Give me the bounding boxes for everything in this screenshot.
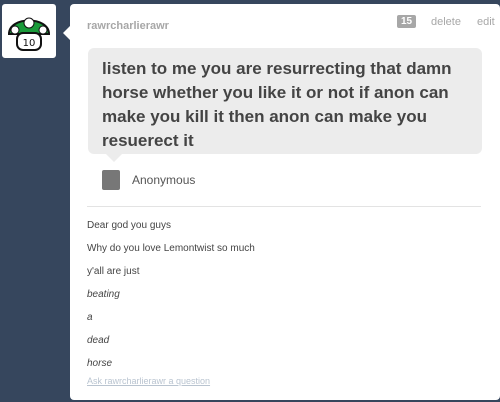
ask-question-link[interactable]: Ask rawrcharlierawr a question (87, 376, 210, 386)
notes-count-badge[interactable]: 15 (397, 15, 417, 28)
post-header: rawrcharlierawr 15 delete edit (87, 15, 500, 36)
anonymous-icon (102, 170, 120, 190)
delete-button[interactable]: delete (431, 16, 461, 28)
asker-name: Anonymous (132, 173, 196, 187)
answer-line: dead (87, 335, 110, 346)
answer-line: Dear god you guys (87, 220, 171, 231)
divider (87, 206, 481, 207)
question-bubble: listen to me you are resurrecting that d… (88, 48, 482, 162)
username-link[interactable]: rawrcharlierawr (87, 20, 169, 32)
mushroom-icon: 10 (7, 17, 51, 51)
answer-line: y'all are just (87, 266, 140, 277)
answer-body: Dear god you guys Why do you love Lemont… (87, 216, 255, 377)
answer-line: beating (87, 289, 120, 300)
post-card: rawrcharlierawr 15 delete edit listen to… (63, 4, 500, 400)
edit-button[interactable]: edit (477, 16, 495, 28)
answer-line: a (87, 312, 93, 323)
blog-avatar[interactable]: 10 (2, 4, 56, 58)
answer-line: Why do you love Lemontwist so much (87, 243, 255, 254)
answer-line: horse (87, 358, 113, 369)
svg-text:10: 10 (23, 38, 36, 49)
